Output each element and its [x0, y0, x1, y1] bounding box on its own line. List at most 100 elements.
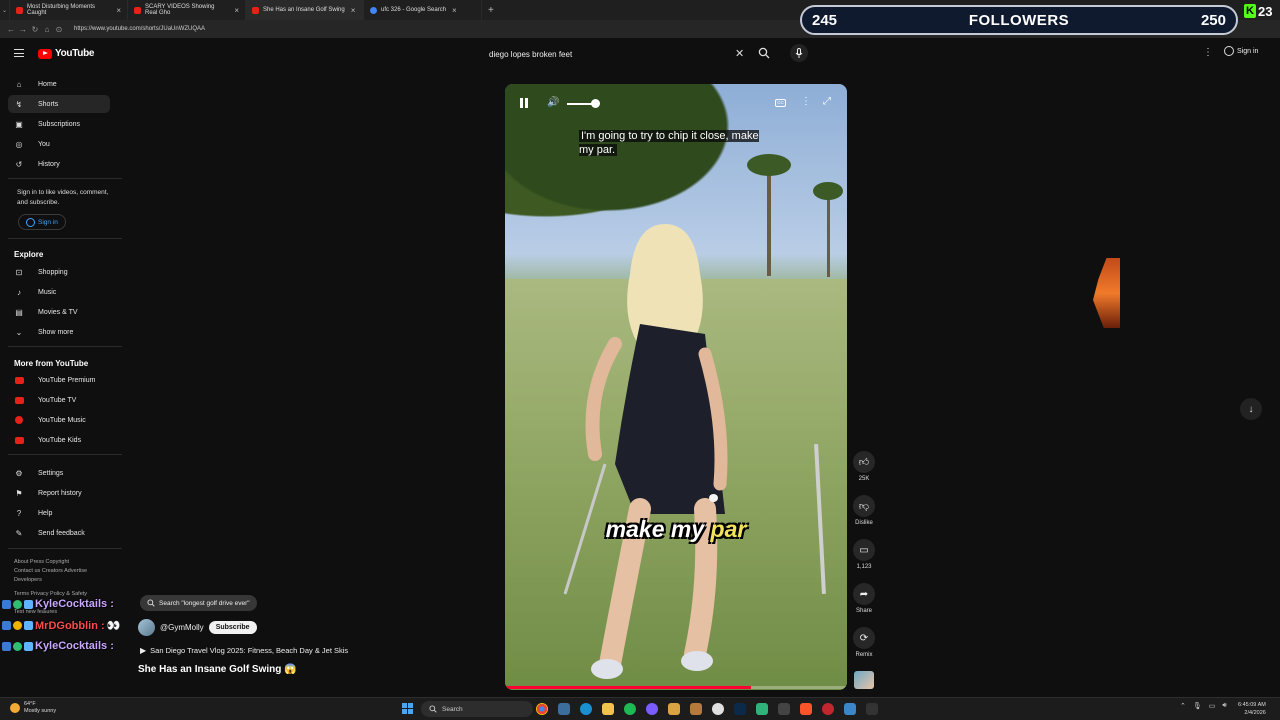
subtitle-highlight-text: par	[710, 516, 747, 542]
browser-tab-1[interactable]: Most Disturbing Moments Caught ×	[10, 0, 128, 20]
sidebar-item-send-feedback[interactable]: ✎ Send feedback	[8, 524, 110, 542]
speaker-icon[interactable]: 🔊︎	[1222, 702, 1226, 710]
youtube-logo[interactable]: YouTube	[38, 48, 95, 59]
sidebar-item-history[interactable]: ↺ History	[8, 155, 110, 173]
sidebar-item-shorts[interactable]: ↯ Shorts	[8, 95, 110, 113]
weather-widget[interactable]: 64°F Mostly sunny	[10, 701, 56, 715]
shorts-video-player[interactable]: 🔊 CC ⋮ ⤢ I'm going to try to chip it clo…	[505, 84, 847, 690]
sidebar-item-report-history[interactable]: ⚑ Report history	[8, 484, 110, 502]
next-short-arrow-icon[interactable]: ↓	[1240, 398, 1262, 420]
sidebar-item-label: Subscriptions	[38, 120, 81, 128]
overlay-emote-graphic	[1093, 258, 1120, 328]
app-icon[interactable]	[866, 703, 878, 715]
movies-icon: ▤	[15, 307, 23, 317]
chevron-up-icon[interactable]: ⌃	[1180, 702, 1186, 710]
reload-icon[interactable]: ↻	[30, 25, 40, 34]
sidebar-sign-in-button[interactable]: Sign in	[18, 214, 66, 230]
search-icon[interactable]	[758, 47, 770, 59]
url-field[interactable]: https://www.youtube.com/shorts/JUaUnWZUQ…	[74, 26, 205, 32]
sign-in-button[interactable]: Sign in	[1224, 46, 1258, 56]
close-tab-icon[interactable]: ×	[452, 6, 457, 15]
like-button[interactable]: 👍︎ 25K	[852, 451, 876, 482]
file-explorer-icon[interactable]	[602, 703, 614, 715]
network-icon[interactable]: ▭	[1209, 702, 1216, 710]
followers-label: FOLLOWERS	[968, 11, 1070, 29]
related-video-link[interactable]: ▶ San Diego Travel Vlog 2025: Fitness, B…	[140, 646, 348, 655]
app-icon[interactable]	[668, 703, 680, 715]
footer-links-1[interactable]: About Press Copyright	[14, 558, 114, 567]
sidebar-item-home[interactable]: ⌂ Home	[8, 75, 110, 93]
home-browser-icon[interactable]: ⌂	[42, 25, 52, 34]
windows-start-icon[interactable]	[402, 703, 413, 714]
close-tab-icon[interactable]: ×	[351, 6, 356, 15]
edge-icon[interactable]	[580, 703, 592, 715]
obs-icon[interactable]	[712, 703, 724, 715]
forward-icon[interactable]: →	[18, 25, 28, 34]
brave-icon[interactable]	[800, 703, 812, 715]
microphone-icon[interactable]	[790, 44, 808, 62]
dislike-button[interactable]: 👎︎ Dislike	[852, 495, 876, 526]
taskbar-search[interactable]: Search	[421, 701, 533, 717]
fullscreen-icon[interactable]: ⤢	[823, 96, 831, 107]
microphone-tray-icon[interactable]: 🎙︎	[1193, 702, 1202, 710]
avatar[interactable]	[138, 619, 155, 636]
share-button[interactable]: ➦ Share	[852, 583, 876, 614]
sidebar-item-you[interactable]: ◎ You	[8, 135, 110, 153]
spotify-icon[interactable]	[624, 703, 636, 715]
sidebar-item-shopping[interactable]: ⊡ Shopping	[8, 263, 110, 281]
more-options-icon[interactable]: ⋮	[1203, 47, 1213, 58]
comments-button[interactable]: ▭ 1,123	[852, 539, 876, 570]
remix-button[interactable]: ⟳ Remix	[852, 627, 876, 658]
app-icon[interactable]	[778, 703, 790, 715]
shorts-icon: ↯	[15, 99, 23, 109]
sidebar-item-settings[interactable]: ⚙ Settings	[8, 464, 110, 482]
tab-title: SCARY VIDEOS Showing Real Gho	[145, 4, 215, 16]
channel-name[interactable]: @GymMolly	[160, 623, 204, 632]
browser-tab-3-active[interactable]: She Has an Insane Golf Swing ×	[246, 0, 364, 20]
captions-icon[interactable]: CC	[775, 99, 786, 107]
app-icon[interactable]	[756, 703, 768, 715]
browser-tab-4[interactable]: ufc 326 - Google Search ×	[364, 0, 482, 20]
sidebar-item-help[interactable]: ? Help	[8, 504, 110, 522]
app-icon[interactable]	[844, 703, 856, 715]
sidebar-item-movies[interactable]: ▤ Movies & TV	[8, 303, 110, 321]
app-icon[interactable]	[690, 703, 702, 715]
app-icon[interactable]	[822, 703, 834, 715]
sidebar-item-youtube-tv[interactable]: YouTube TV	[8, 391, 110, 409]
sidebar-item-youtube-kids[interactable]: YouTube Kids	[8, 431, 110, 449]
tab-list-chevron-icon[interactable]: ⌄	[0, 0, 10, 20]
photoshop-icon[interactable]	[734, 703, 746, 715]
youtube-music-icon	[14, 415, 24, 425]
browser-tab-2[interactable]: SCARY VIDEOS Showing Real Gho ×	[128, 0, 246, 20]
sidebar-item-youtube-music[interactable]: YouTube Music	[8, 411, 110, 429]
subscribe-button[interactable]: Subscribe	[208, 621, 257, 634]
back-icon[interactable]: ←	[6, 25, 16, 34]
close-tab-icon[interactable]: ×	[234, 6, 239, 15]
sidebar-item-subscriptions[interactable]: ▣ Subscriptions	[8, 115, 110, 133]
sidebar-item-show-more[interactable]: ⌄ Show more	[8, 323, 110, 341]
discord-icon[interactable]	[646, 703, 658, 715]
chrome-icon[interactable]	[536, 703, 548, 715]
sidebar-item-youtube-premium[interactable]: YouTube Premium	[8, 371, 110, 389]
close-tab-icon[interactable]: ×	[116, 6, 121, 15]
volume-slider-handle[interactable]	[591, 99, 600, 108]
search-suggestion-chip[interactable]: Search "longest golf drive ever"	[140, 595, 257, 611]
footer-links-3[interactable]: Developers	[14, 576, 114, 585]
task-view-icon[interactable]	[558, 703, 570, 715]
site-info-icon[interactable]: ⊙	[54, 25, 64, 34]
video-progress-bar[interactable]	[505, 686, 847, 689]
followers-current: 245	[812, 11, 838, 29]
related-video-title: San Diego Travel Vlog 2025: Fitness, Bea…	[150, 646, 349, 655]
footer-links-2[interactable]: Contact us Creators Advertise	[14, 567, 114, 576]
search-input[interactable]: diego lopes broken feet	[482, 43, 752, 65]
audio-thumbnail[interactable]	[854, 671, 874, 689]
pause-icon[interactable]	[520, 98, 530, 108]
sidebar-item-label: Help	[38, 509, 53, 517]
clear-search-icon[interactable]: ✕	[735, 47, 744, 60]
new-tab-icon[interactable]: +	[482, 0, 500, 20]
clock[interactable]: 6:45:09 AM 2/4/2026	[1238, 701, 1266, 717]
menu-icon[interactable]	[14, 49, 24, 57]
volume-icon[interactable]: 🔊	[547, 97, 559, 108]
more-options-icon[interactable]: ⋮	[801, 96, 811, 107]
sidebar-item-music[interactable]: ♪ Music	[8, 283, 110, 301]
